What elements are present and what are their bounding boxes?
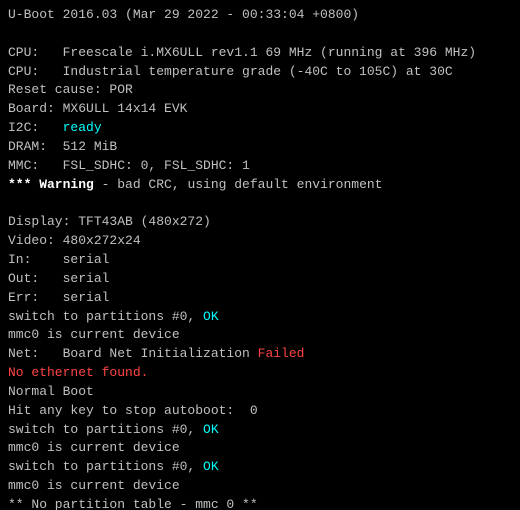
terminal-line: U-Boot 2016.03 (Mar 29 2022 - 00:33:04 +… <box>8 6 512 25</box>
terminal-text: ready <box>63 120 102 135</box>
terminal-text: MMC: FSL_SDHC: 0, FSL_SDHC: 1 <box>8 158 250 173</box>
terminal-line: ** No partition table - mmc 0 ** <box>8 496 512 510</box>
terminal-text: *** Warning <box>8 177 94 192</box>
terminal-line <box>8 194 512 213</box>
terminal-text: mmc0 is current device <box>8 478 180 493</box>
terminal-text: OK <box>203 422 219 437</box>
terminal-line: In: serial <box>8 251 512 270</box>
terminal-line: No ethernet found. <box>8 364 512 383</box>
terminal-line: switch to partitions #0, OK <box>8 458 512 477</box>
terminal-line: mmc0 is current device <box>8 326 512 345</box>
terminal-text: mmc0 is current device <box>8 440 180 455</box>
terminal-text: U-Boot 2016.03 (Mar 29 2022 - 00:33:04 +… <box>8 7 359 22</box>
terminal-line: mmc0 is current device <box>8 477 512 496</box>
terminal-text: mmc0 is current device <box>8 327 180 342</box>
terminal-line: Err: serial <box>8 289 512 308</box>
terminal-line: Display: TFT43AB (480x272) <box>8 213 512 232</box>
terminal-line: switch to partitions #0, OK <box>8 308 512 327</box>
terminal-text: In: serial <box>8 252 109 267</box>
terminal-text: switch to partitions #0, <box>8 309 203 324</box>
terminal-text: No ethernet found. <box>8 365 148 380</box>
terminal-text: Out: serial <box>8 271 109 286</box>
terminal-line: switch to partitions #0, OK <box>8 421 512 440</box>
terminal-text: switch to partitions #0, <box>8 422 203 437</box>
terminal-line: DRAM: 512 MiB <box>8 138 512 157</box>
terminal-text: Display: TFT43AB (480x272) <box>8 214 211 229</box>
terminal-line: Video: 480x272x24 <box>8 232 512 251</box>
terminal-line: Net: Board Net Initialization Failed <box>8 345 512 364</box>
terminal-text: - bad CRC, using default environment <box>94 177 383 192</box>
terminal-text: Video: 480x272x24 <box>8 233 141 248</box>
terminal-text: DRAM: 512 MiB <box>8 139 117 154</box>
terminal-text: Err: serial <box>8 290 109 305</box>
terminal-text: Hit any key to stop autoboot: 0 <box>8 403 258 418</box>
terminal-text: OK <box>203 309 219 324</box>
terminal-text: Reset cause: POR <box>8 82 133 97</box>
terminal-line: mmc0 is current device <box>8 439 512 458</box>
terminal-text: Net: Board Net Initialization <box>8 346 258 361</box>
terminal-line: I2C: ready <box>8 119 512 138</box>
terminal-line: CPU: Freescale i.MX6ULL rev1.1 69 MHz (r… <box>8 44 512 63</box>
terminal-line: Board: MX6ULL 14x14 EVK <box>8 100 512 119</box>
terminal-text: CPU: Industrial temperature grade (-40C … <box>8 64 453 79</box>
terminal-text: I2C: <box>8 120 63 135</box>
terminal-line <box>8 25 512 44</box>
terminal-line: Hit any key to stop autoboot: 0 <box>8 402 512 421</box>
terminal-line: MMC: FSL_SDHC: 0, FSL_SDHC: 1 <box>8 157 512 176</box>
terminal-line: *** Warning - bad CRC, using default env… <box>8 176 512 195</box>
terminal-text: Board: MX6ULL 14x14 EVK <box>8 101 187 116</box>
terminal-text: ** No partition table - mmc 0 ** <box>8 497 258 510</box>
terminal-window[interactable]: U-Boot 2016.03 (Mar 29 2022 - 00:33:04 +… <box>0 0 520 510</box>
terminal-text: OK <box>203 459 219 474</box>
terminal-line: Out: serial <box>8 270 512 289</box>
terminal-line: Normal Boot <box>8 383 512 402</box>
terminal-line: Reset cause: POR <box>8 81 512 100</box>
terminal-text: switch to partitions #0, <box>8 459 203 474</box>
terminal-text: Normal Boot <box>8 384 94 399</box>
terminal-text: Failed <box>258 346 305 361</box>
terminal-text: CPU: Freescale i.MX6ULL rev1.1 69 MHz (r… <box>8 45 476 60</box>
terminal-line: CPU: Industrial temperature grade (-40C … <box>8 63 512 82</box>
